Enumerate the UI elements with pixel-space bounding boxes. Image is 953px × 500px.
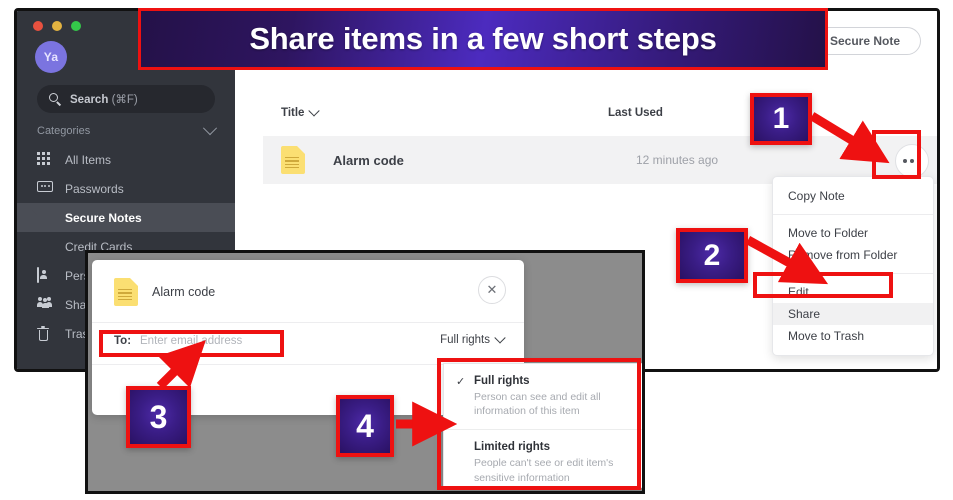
grid-icon: [37, 151, 53, 168]
add-secure-note-button[interactable]: Add Secure Note: [782, 27, 921, 55]
search-icon: [49, 92, 62, 106]
sidebar-item-passwords[interactable]: Passwords: [17, 174, 235, 203]
credit-card-icon: [37, 239, 53, 255]
list-column-headers: Title Last Used: [235, 103, 937, 131]
check-icon: ✓: [456, 376, 466, 388]
screenshot-root: Ya Search (⌘F) Categories All Items Pass…: [0, 0, 953, 500]
sidebar-item-label: All Items: [65, 152, 112, 167]
rights-select[interactable]: Full rights: [440, 332, 506, 346]
context-menu-item-move-to-folder[interactable]: Move to Folder: [773, 222, 933, 244]
rights-dropdown-menu: ✓ Full rights Person can see and edit al…: [443, 363, 642, 488]
categories-label: Categories: [37, 125, 91, 137]
window-traffic-lights: [33, 21, 81, 31]
close-window-icon[interactable]: [33, 21, 43, 31]
person-icon: [37, 266, 53, 284]
close-icon[interactable]: ✕: [478, 276, 506, 304]
sidebar-item-label: Secure Notes: [65, 210, 142, 225]
sidebar-item-secure-notes[interactable]: Secure Notes: [17, 203, 235, 232]
avatar-initials: Ya: [43, 50, 59, 64]
share-dialog-recipient-row: To: Enter email address Full rights: [92, 322, 524, 365]
top-bar: Add Secure Note: [235, 11, 937, 73]
row-last-used: 12 minutes ago: [636, 153, 719, 167]
rights-option-name: Limited rights: [474, 441, 551, 454]
context-menu-item-copy-note[interactable]: Copy Note: [773, 185, 933, 207]
menu-divider: [773, 273, 933, 274]
rights-option-description: People can't see or edit item's sensitiv…: [474, 457, 614, 484]
row-title: Alarm code: [333, 152, 404, 168]
context-menu-item-edit[interactable]: Edit: [773, 281, 933, 303]
rights-option-name: Full rights: [474, 375, 530, 387]
to-label: To:: [114, 335, 132, 347]
avatar[interactable]: Ya: [35, 41, 67, 73]
column-header-last-used[interactable]: Last Used: [608, 107, 663, 119]
rights-option-description: Person can see and edit all information …: [474, 391, 601, 418]
column-title-label: Title: [281, 107, 305, 119]
share-dialog-item-title: Alarm code: [152, 285, 216, 299]
share-dialog-inset-panel: Alarm code ✕ To: Enter email address Ful…: [85, 250, 645, 494]
rights-option-limited[interactable]: Limited rights People can't see or edit …: [444, 430, 642, 491]
context-menu-item-share[interactable]: Share: [773, 303, 933, 325]
categories-header[interactable]: Categories: [37, 121, 218, 137]
context-menu-item-remove-from-folder[interactable]: Remove from Folder: [773, 244, 933, 266]
sidebar-item-label: Passwords: [65, 181, 124, 196]
chevron-down-icon: [308, 105, 321, 117]
search-shortcut: (⌘F): [111, 94, 138, 106]
secure-note-icon: [114, 278, 138, 306]
note-icon: [37, 210, 53, 226]
people-icon: [37, 296, 53, 313]
trash-icon: [37, 325, 53, 342]
menu-divider: [773, 214, 933, 215]
rights-option-full[interactable]: ✓ Full rights Person can see and edit al…: [444, 364, 642, 429]
minimize-window-icon[interactable]: [52, 21, 62, 31]
row-more-options-button[interactable]: [895, 144, 929, 178]
search-input[interactable]: Search (⌘F): [37, 85, 215, 113]
rights-select-value: Full rights: [440, 334, 490, 346]
secure-note-icon: [281, 146, 305, 174]
context-menu-item-move-to-trash[interactable]: Move to Trash: [773, 325, 933, 347]
email-field[interactable]: Enter email address: [140, 335, 242, 347]
chevron-down-icon: [494, 332, 506, 344]
chevron-down-icon: [202, 121, 218, 136]
column-header-title[interactable]: Title: [281, 105, 321, 119]
maximize-window-icon[interactable]: [71, 21, 81, 31]
password-icon: [37, 180, 53, 197]
search-label: Search (⌘F): [70, 94, 138, 106]
sidebar-item-all-items[interactable]: All Items: [17, 145, 235, 174]
context-menu: Copy Note Move to Folder Remove from Fol…: [772, 176, 934, 356]
share-dialog-header: Alarm code ✕: [92, 260, 524, 323]
